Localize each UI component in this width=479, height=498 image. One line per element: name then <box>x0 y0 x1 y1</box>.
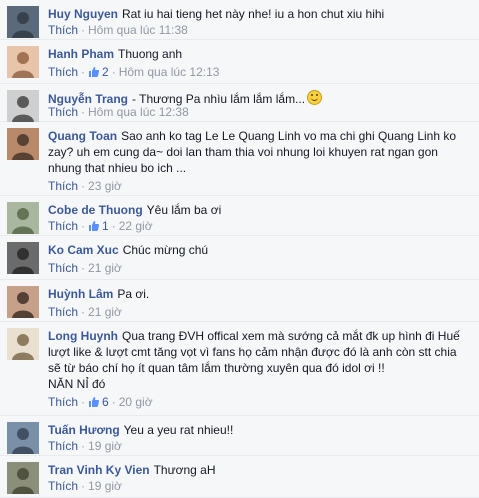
comment-timestamp[interactable]: 20 giờ <box>119 395 153 409</box>
meta-separator: · <box>81 105 86 119</box>
like-link[interactable]: Thích <box>48 305 78 319</box>
like-link[interactable]: Thích <box>48 105 78 119</box>
comment-author-link[interactable]: Hanh Pham <box>48 47 114 61</box>
comment-timestamp[interactable]: 21 giờ <box>88 261 122 275</box>
meta-separator: · <box>81 261 86 275</box>
comment-text: Rat iu hai tieng het này nhe! iu a hon c… <box>122 7 385 21</box>
meta-separator: · <box>81 219 86 233</box>
avatar[interactable] <box>7 328 39 360</box>
comment-item: Hanh Pham Thuong anh Thích · 2 · Hôm qua lúc 1… <box>0 40 479 84</box>
comment-body: Cobe de Thuong Yêu lắm ba ơi <box>48 202 471 218</box>
comment-meta: Thích · 2 · Hôm qua lúc 12:13 <box>48 64 219 82</box>
comment-meta: Thích · 6 · 20 giờ <box>48 394 153 412</box>
comment-list: Huy Nguyen Rat iu hai tieng het này nhe! … <box>0 0 479 498</box>
comment-meta: Thích · Hôm qua lúc 12:38 <box>48 104 189 120</box>
like-link[interactable]: Thích <box>48 219 78 233</box>
like-count[interactable]: 1 <box>88 219 109 233</box>
comment-body: Quang Toan Sao anh ko tag Le Le Quang Lin… <box>48 128 471 176</box>
thumbs-up-icon <box>88 396 100 412</box>
avatar[interactable] <box>7 6 39 38</box>
thumbs-up-icon <box>88 220 100 236</box>
comment-item: Huỳnh Lâm Pa ơi. Thích · 21 giờ <box>0 280 479 322</box>
comment-text: Pa ơi. <box>117 287 150 301</box>
comment-text: Thuong anh <box>118 47 183 61</box>
avatar[interactable] <box>7 128 39 160</box>
comment-item: Ko Cam Xuc Chúc mừng chú Thích · 21 giờ <box>0 236 479 280</box>
comment-timestamp[interactable]: Hôm qua lúc 11:38 <box>88 23 188 37</box>
comment-timestamp[interactable]: 23 giờ <box>88 179 122 193</box>
like-count-value: 1 <box>102 219 109 233</box>
avatar[interactable] <box>7 242 39 274</box>
meta-separator: · <box>81 23 86 37</box>
comment-timestamp[interactable]: 19 giờ <box>88 439 122 453</box>
comment-item: Long Huynh Qua trang ĐVH offical xem mà s… <box>0 322 479 416</box>
avatar[interactable] <box>7 46 39 78</box>
like-count[interactable]: 6 <box>88 395 109 409</box>
thumbs-up-icon <box>88 66 100 82</box>
comment-author-link[interactable]: Cobe de Thuong <box>48 203 143 217</box>
like-link[interactable]: Thích <box>48 261 78 275</box>
comment-body: Long Huynh Qua trang ĐVH offical xem mà s… <box>48 328 471 392</box>
comment-text: Thương aH <box>153 463 216 477</box>
comment-author-link[interactable]: Tuấn Hương <box>48 423 120 437</box>
comment-body: Ko Cam Xuc Chúc mừng chú <box>48 242 471 258</box>
meta-separator: · <box>81 305 86 319</box>
comment-timestamp[interactable]: 19 giờ <box>88 479 122 493</box>
comment-text: Yeu a yeu rat nhieu!! <box>123 423 234 437</box>
comment-timestamp[interactable]: Hôm qua lúc 12:38 <box>88 105 189 119</box>
comment-meta: Thích · 23 giờ <box>48 178 122 194</box>
comment-meta: Thích · 19 giờ <box>48 438 122 454</box>
comment-author-link[interactable]: Quang Toan <box>48 129 117 143</box>
comment-item: Cobe de Thuong Yêu lắm ba ơi Thích · 1 · 22 gi… <box>0 196 479 236</box>
comment-body: Tuấn Hương Yeu a yeu rat nhieu!! <box>48 422 471 438</box>
comment-item: Tran Vinh Ky Vien Thương aH Thích · 19 giờ <box>0 456 479 498</box>
comment-timestamp[interactable]: 21 giờ <box>88 305 122 319</box>
comment-author-link[interactable]: Ko Cam Xuc <box>48 243 119 257</box>
avatar[interactable] <box>7 422 39 454</box>
comment-body: Huỳnh Lâm Pa ơi. <box>48 286 471 302</box>
like-link[interactable]: Thích <box>48 23 78 37</box>
avatar[interactable] <box>7 202 39 234</box>
comment-meta: Thích · 19 giờ <box>48 478 122 494</box>
like-link[interactable]: Thích <box>48 479 78 493</box>
comment-item: Quang Toan Sao anh ko tag Le Le Quang Lin… <box>0 122 479 196</box>
meta-separator: · <box>81 479 86 493</box>
comment-timestamp[interactable]: Hôm qua lúc 12:13 <box>119 65 220 79</box>
comment-item: Nguyễn Trang - Thương Pa nhìu lắm lắm lắm… <box>0 84 479 122</box>
meta-separator: · <box>111 395 116 409</box>
meta-separator: · <box>81 179 86 193</box>
meta-separator: · <box>81 439 86 453</box>
avatar[interactable] <box>7 90 39 122</box>
comment-author-link[interactable]: Tran Vinh Ky Vien <box>48 463 150 477</box>
like-count-value: 6 <box>102 395 109 409</box>
meta-separator: · <box>81 65 86 79</box>
like-count[interactable]: 2 <box>88 65 109 79</box>
like-count-value: 2 <box>102 65 109 79</box>
like-link[interactable]: Thích <box>48 179 78 193</box>
comment-text: Yêu lắm ba ơi <box>146 203 222 217</box>
like-link[interactable]: Thích <box>48 65 78 79</box>
smiley-emoji-icon <box>307 90 323 105</box>
comment-meta: Thích · 1 · 22 giờ <box>48 218 153 236</box>
comment-item: Huy Nguyen Rat iu hai tieng het này nhe! … <box>0 0 479 40</box>
comment-author-link[interactable]: Long Huynh <box>48 329 118 343</box>
comment-item: Tuấn Hương Yeu a yeu rat nhieu!! Thích · 19 … <box>0 416 479 456</box>
like-link[interactable]: Thích <box>48 439 78 453</box>
comment-text: Chúc mừng chú <box>122 243 209 257</box>
comment-body: Hanh Pham Thuong anh <box>48 46 471 62</box>
like-link[interactable]: Thích <box>48 395 78 409</box>
meta-separator: · <box>111 219 116 233</box>
comment-meta: Thích · 21 giờ <box>48 260 122 276</box>
comment-author-link[interactable]: Huy Nguyen <box>48 7 118 21</box>
comment-body: Huy Nguyen Rat iu hai tieng het này nhe! … <box>48 6 471 22</box>
comment-meta: Thích · 21 giờ <box>48 304 122 320</box>
avatar[interactable] <box>7 462 39 494</box>
comment-author-link[interactable]: Huỳnh Lâm <box>48 287 113 301</box>
comment-meta: Thích · Hôm qua lúc 11:38 <box>48 22 188 38</box>
comment-timestamp[interactable]: 22 giờ <box>119 219 153 233</box>
meta-separator: · <box>111 65 116 79</box>
comment-body: Tran Vinh Ky Vien Thương aH <box>48 462 471 478</box>
meta-separator: · <box>81 395 86 409</box>
avatar[interactable] <box>7 286 39 318</box>
